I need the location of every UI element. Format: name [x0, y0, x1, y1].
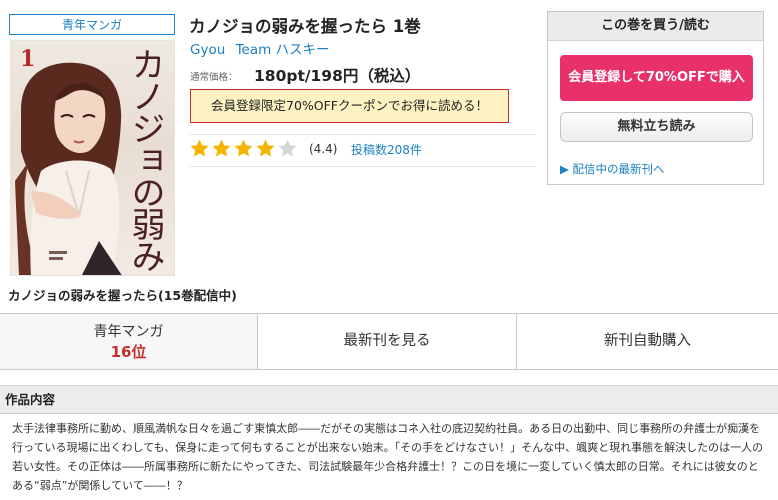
cover-volume-number: 1 — [20, 46, 36, 72]
description-heading: 作品内容 — [5, 392, 56, 407]
register-purchase-button[interactable]: 会員登録して70%OFFで購入 — [560, 55, 753, 101]
ranking-value: 16位 — [110, 343, 147, 361]
genre-badge[interactable]: 青年マンガ — [9, 14, 175, 35]
cover-title-art: カノジョの弱みを握ったら — [125, 47, 165, 271]
divider — [190, 166, 535, 167]
coupon-banner[interactable]: 会員登録限定70%OFFクーポンでお得に読める！ — [190, 89, 509, 123]
purchase-panel: この巻を買う/読む 会員登録して70%OFFで購入 無料立ち読み ▶ 配信中の最… — [547, 11, 764, 185]
price-value: 180pt/198円（税込） — [254, 67, 421, 85]
star-icon — [212, 139, 231, 157]
price-label: 通常価格： — [190, 72, 238, 83]
star-icon — [190, 139, 209, 157]
free-preview-button[interactable]: 無料立ち読み — [560, 112, 753, 142]
view-latest-button[interactable]: 最新刊を見る — [258, 314, 517, 369]
view-latest-label: 最新刊を見る — [343, 333, 431, 349]
author-link[interactable]: Team ハスキー — [236, 42, 330, 58]
series-caption: カノジョの弱みを握ったら(15巻配信中) — [8, 288, 237, 303]
description-text: 太手法律事務所に勤め、順風満帆な日々を過ごす東慎太郎――だがその実態はコネ入社の… — [12, 422, 764, 492]
author-link[interactable]: Gyou — [190, 42, 225, 58]
genre-ranking-cell[interactable]: 青年マンガ 16位 — [0, 314, 258, 369]
auto-purchase-button[interactable]: 新刊自動購入 — [517, 314, 778, 369]
auto-purchase-label: 新刊自動購入 — [604, 333, 691, 349]
ranking-genre-label: 青年マンガ — [93, 324, 164, 340]
star-icon — [278, 139, 297, 157]
book-cover[interactable]: 1 カノジョの弱みを握ったら — [10, 40, 175, 276]
star-icon — [256, 139, 275, 157]
divider — [190, 134, 535, 135]
stats-bar: 青年マンガ 16位 最新刊を見る 新刊自動購入 — [0, 313, 778, 370]
description-header: 作品内容 — [0, 385, 778, 414]
book-title: カノジョの弱みを握ったら 1巻 — [189, 17, 421, 36]
latest-volume-link[interactable]: ▶ 配信中の最新刊へ — [560, 161, 665, 177]
author-list: Gyou Team ハスキー — [190, 38, 336, 58]
rating-value: (4.4) — [309, 142, 338, 156]
purchase-panel-heading: この巻を買う/読む — [548, 12, 763, 41]
star-icon — [234, 139, 253, 157]
rating-stars — [189, 138, 298, 159]
review-count-link[interactable]: 投稿数208件 — [351, 141, 422, 158]
